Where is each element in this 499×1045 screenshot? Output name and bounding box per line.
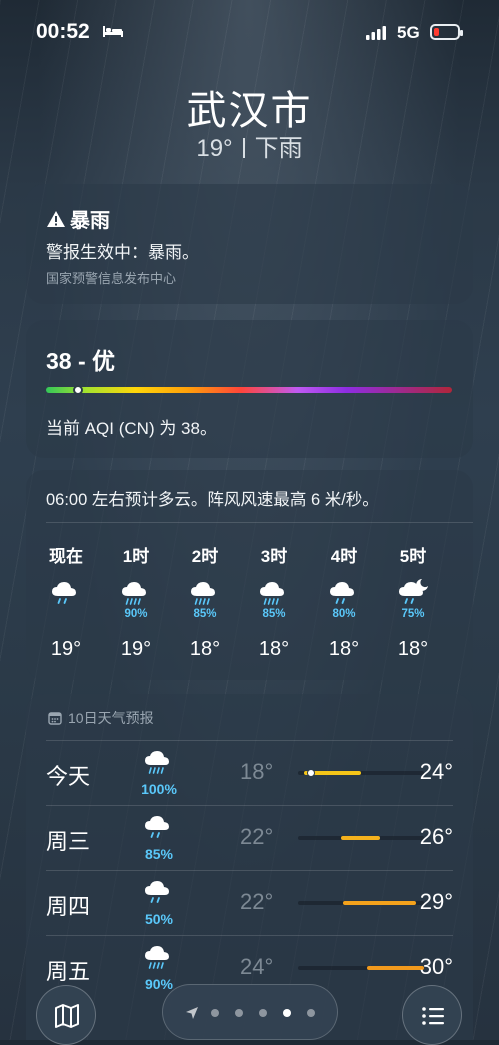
- day-precip-chance: 85%: [144, 846, 174, 862]
- hour-temp: 18°: [189, 638, 221, 660]
- temp-range-fill: [343, 901, 417, 905]
- cloud-rain-icon: [145, 881, 169, 903]
- hour-precip-chance: [458, 608, 473, 622]
- day-precip-chance: 100%: [141, 781, 177, 797]
- current-temp: 19°: [196, 135, 233, 162]
- current-summary: 19° 下雨: [0, 128, 499, 163]
- current-temp-marker: [306, 769, 315, 777]
- hourly-summary: 06:00 左右预计多云。阵风风速最高 6 米/秒。: [46, 491, 379, 509]
- day-name: 周三: [46, 829, 91, 854]
- calendar-icon: [48, 712, 62, 725]
- cloud-heavy-rain-icon: [122, 582, 146, 605]
- cloud-rain-icon: [145, 816, 169, 838]
- air-quality-card[interactable]: 38 - 优 当前 AQI (CN) 为 38。: [26, 320, 473, 458]
- location-arrow-icon: [186, 1007, 198, 1019]
- hour-item: 现在 19°: [41, 542, 91, 661]
- aqi-indicator: [73, 385, 84, 395]
- hour-temp: 19°: [50, 638, 82, 660]
- list-icon: [422, 1007, 444, 1025]
- hour-label: 2时: [191, 547, 219, 566]
- status-bar: 00:52 5G: [0, 0, 499, 64]
- map-icon: [55, 1004, 79, 1028]
- day-name: 周五: [46, 959, 91, 984]
- alert-text: 警报生效中：暴雨。: [46, 243, 199, 262]
- day-high-temp: 24°: [419, 759, 453, 784]
- temp-range-fill: [340, 836, 380, 840]
- divider: [46, 522, 473, 523]
- aqi-scale-bar: [46, 385, 452, 395]
- page-dot[interactable]: [235, 1009, 243, 1017]
- city-list-button[interactable]: [402, 985, 462, 1045]
- cloud-heavy-rain-icon: [145, 946, 169, 969]
- hour-temp: 19°: [120, 638, 152, 660]
- current-condition: 下雨: [254, 135, 303, 162]
- page-dot[interactable]: [283, 1009, 291, 1017]
- hour-precip-chance: 85%: [193, 608, 217, 620]
- hour-temp: 18°: [397, 638, 429, 660]
- page-dot[interactable]: [211, 1009, 219, 1017]
- hour-label: 3时: [260, 547, 288, 566]
- day-row[interactable]: 周三 85% 22° 26°: [46, 805, 453, 870]
- hour-item: 1时 90% 19°: [111, 542, 161, 661]
- hour-label: 现在: [49, 547, 83, 566]
- cloud-rain-icon: [330, 582, 354, 604]
- cloud-rain-icon: [52, 582, 76, 604]
- alert-source: 国家预警信息发布中心: [46, 271, 177, 286]
- day-high-temp: 29°: [419, 889, 453, 914]
- page-dot[interactable]: [259, 1009, 267, 1017]
- signal-bars-icon: [366, 26, 386, 40]
- temp-range-bar: [298, 901, 424, 905]
- day-precip-chance: 50%: [144, 911, 174, 927]
- network-type: 5G: [397, 23, 420, 42]
- status-time: 00:52: [36, 20, 90, 43]
- hour-item: 4时 80% 18°: [319, 542, 369, 661]
- temp-range-bar: [298, 836, 424, 840]
- hour-precip-chance: 75%: [401, 608, 425, 620]
- hour-item: 3时 85% 18°: [249, 542, 299, 661]
- day-low-temp: 24°: [240, 954, 274, 979]
- hour-item: 5时 75% 18°: [388, 542, 438, 661]
- hour-temp: 18°: [328, 638, 360, 660]
- hour-precip-chance: [41, 608, 91, 622]
- day-low-temp: 22°: [240, 824, 274, 849]
- day-high-temp: 30°: [419, 954, 453, 979]
- temp-range-fill: [367, 966, 424, 970]
- hour-temp: 18°: [258, 638, 290, 660]
- day-low-temp: 22°: [240, 889, 274, 914]
- day-row[interactable]: 周四 50% 22° 29°: [46, 870, 453, 935]
- day-row[interactable]: 今天 100% 18° 24°: [46, 740, 453, 805]
- hour-precip-chance: 85%: [262, 608, 286, 620]
- temp-range-bar: [298, 769, 424, 777]
- weather-alert-card[interactable]: 暴雨 警报生效中：暴雨。 国家预警信息发布中心: [26, 184, 473, 304]
- hour-precip-chance: 90%: [124, 608, 148, 620]
- warning-icon: [47, 210, 65, 227]
- hour-precip-chance: 80%: [332, 608, 356, 620]
- hour-label: 1时: [122, 547, 150, 566]
- battery-icon: [430, 24, 463, 40]
- temp-range-bar: [298, 966, 424, 970]
- alert-title: 暴雨: [70, 210, 110, 232]
- cloud-heavy-rain-icon: [145, 751, 169, 774]
- hourly-forecast-card[interactable]: 06:00 左右预计多云。阵风风速最高 6 米/秒。 现在 19° 1时 90% 19°…: [26, 470, 473, 680]
- cloud-heavy-rain-icon: [191, 582, 215, 605]
- sleep-bed-icon: [103, 26, 123, 37]
- day-name: 周四: [46, 894, 91, 919]
- aqi-value: 38 - 优: [46, 348, 116, 374]
- hour-item: 6: [458, 542, 473, 638]
- moon-cloud-rain-icon: [399, 579, 428, 604]
- day-low-temp: 18°: [240, 759, 274, 784]
- hour-label: 6: [458, 542, 473, 564]
- page-indicator[interactable]: [162, 984, 338, 1040]
- hour-label: 5时: [399, 547, 427, 566]
- aqi-description: 当前 AQI (CN) 为 38。: [46, 419, 217, 438]
- hour-label: 4时: [330, 547, 358, 566]
- forecast-heading: 10日天气预报: [68, 710, 154, 726]
- cloud-heavy-rain-icon: [260, 582, 284, 605]
- day-high-temp: 26°: [419, 824, 453, 849]
- hour-item: 2时 85% 18°: [180, 542, 230, 661]
- page-dot[interactable]: [307, 1009, 315, 1017]
- map-button[interactable]: [36, 985, 96, 1045]
- day-name: 今天: [46, 764, 91, 789]
